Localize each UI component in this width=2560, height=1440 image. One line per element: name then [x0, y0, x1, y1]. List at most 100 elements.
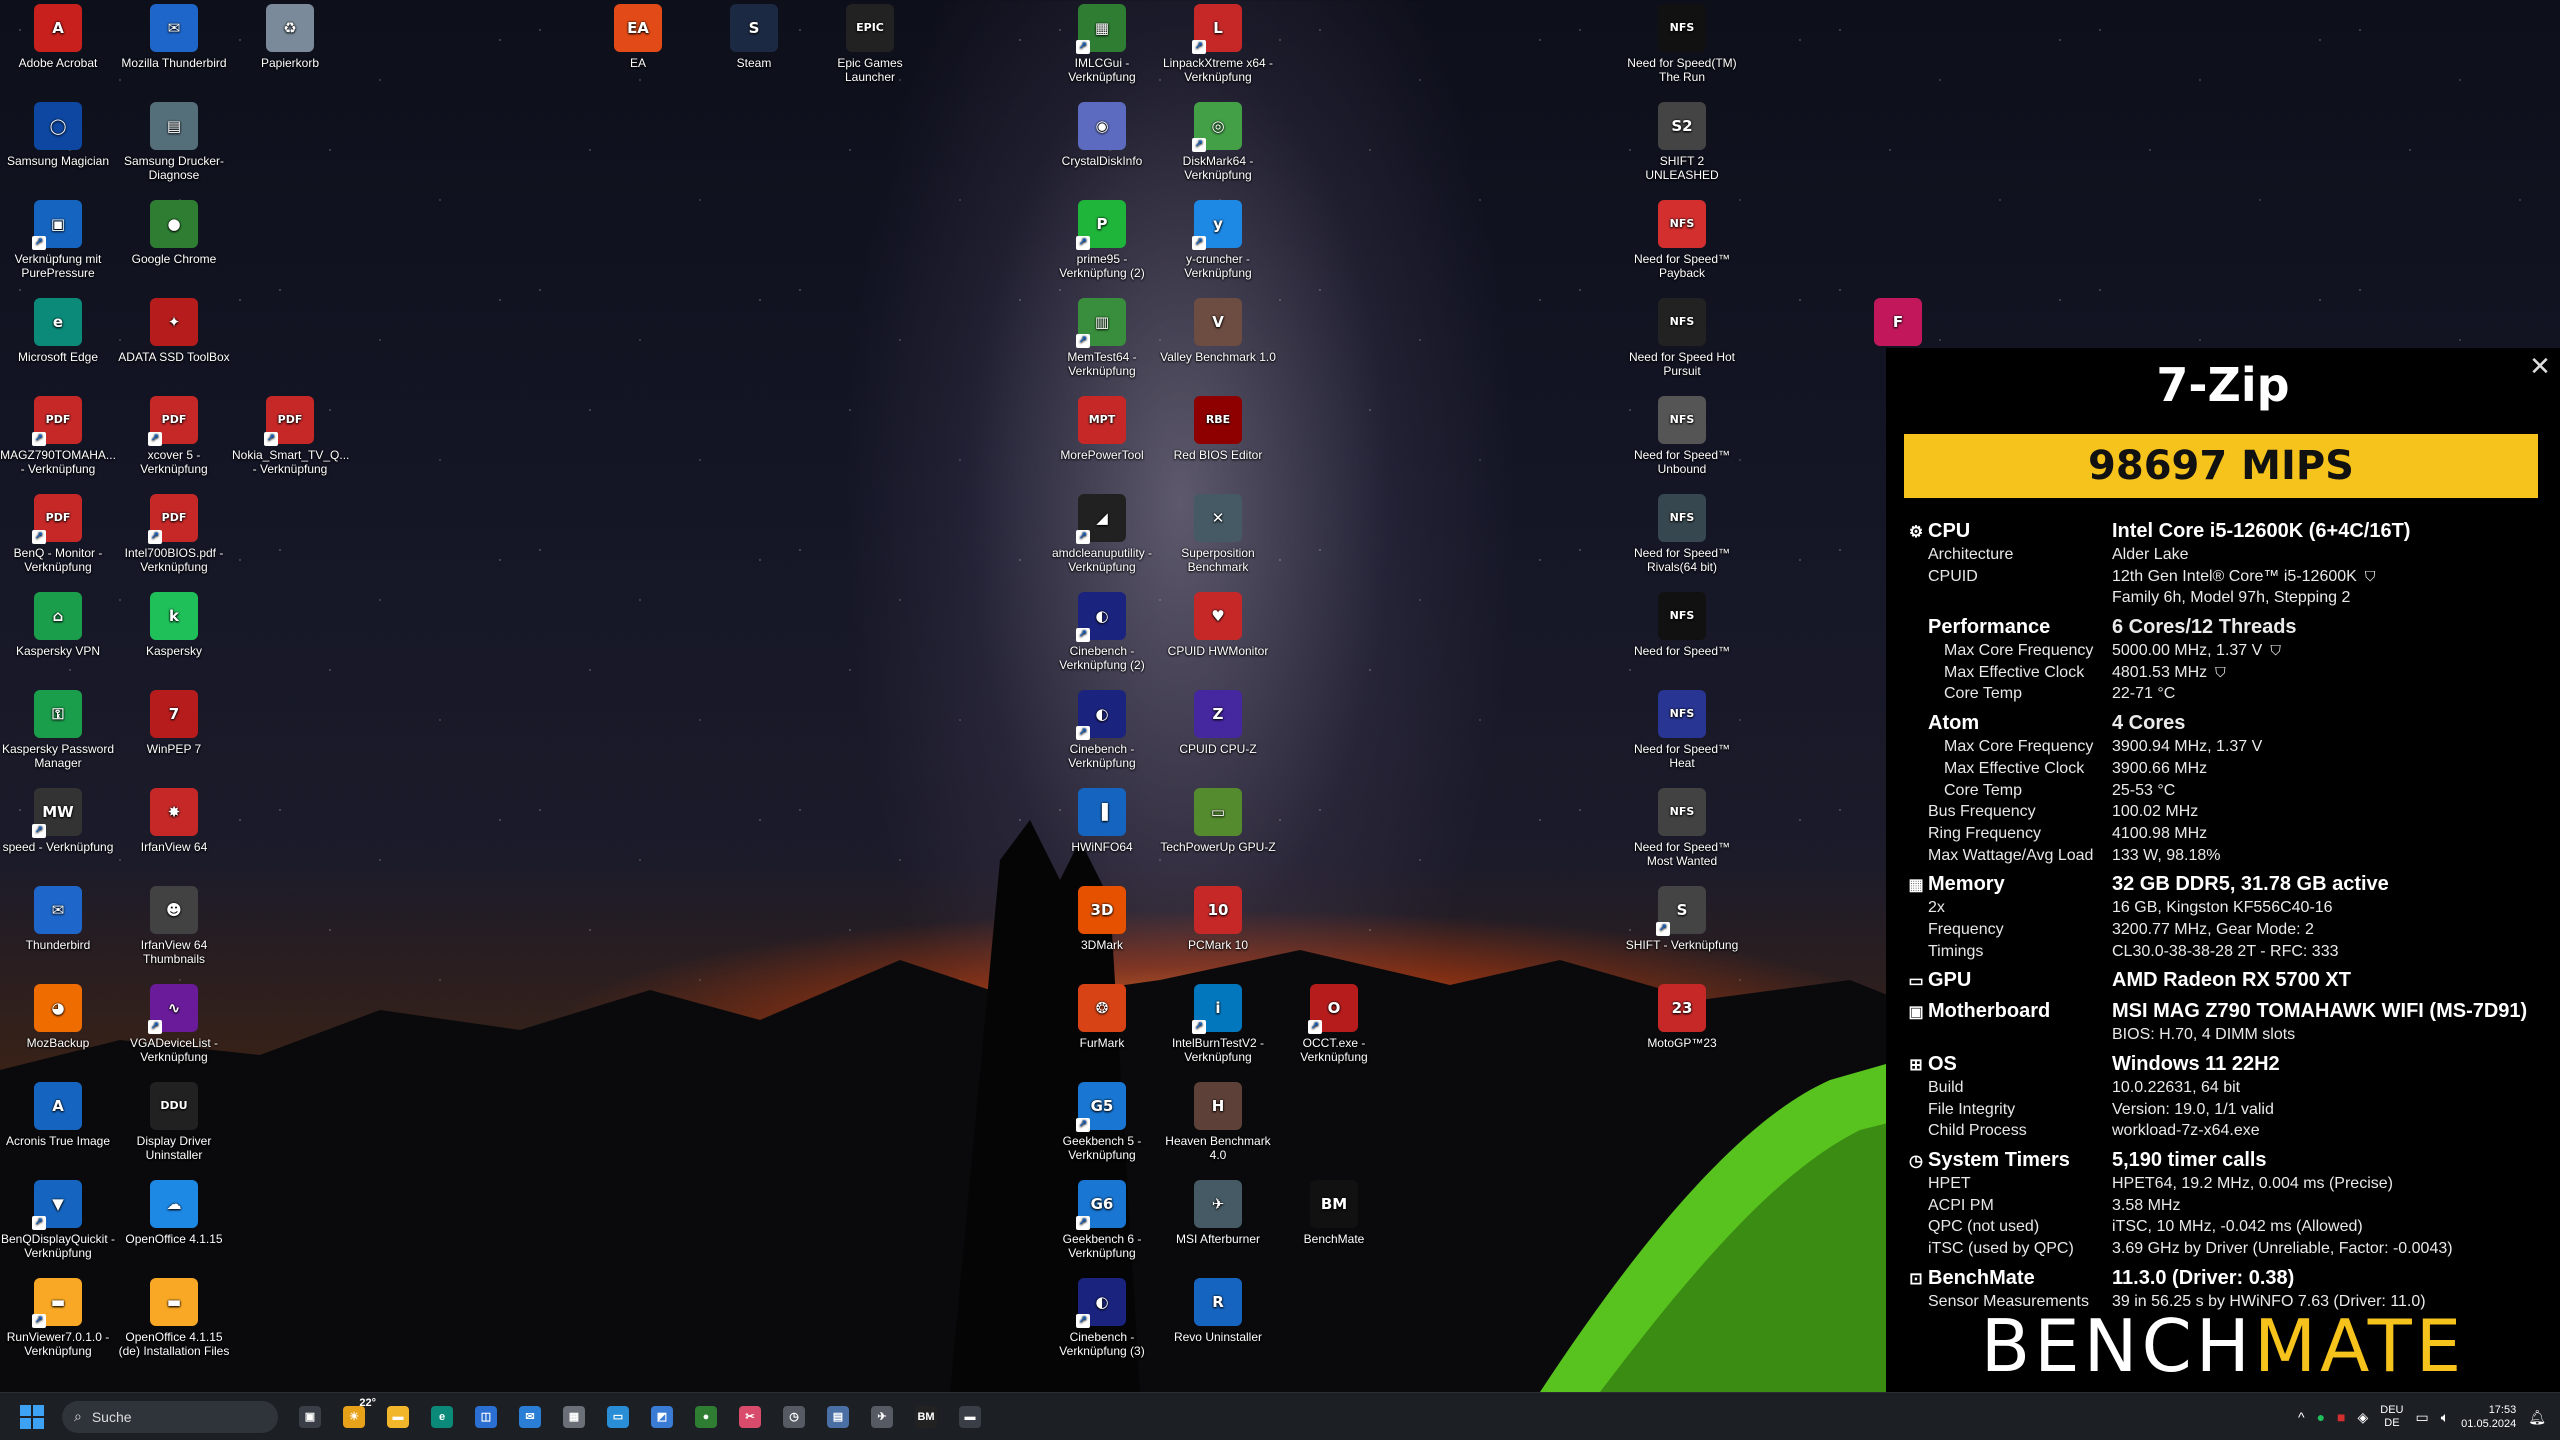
desktop-icon[interactable]: i ↗ IntelBurnTestV2 - Verknüpfung	[1160, 980, 1276, 1072]
desktop-icon[interactable]: NFS Need for Speed Hot Pursuit	[1624, 294, 1740, 386]
desktop-icon[interactable]: ∿ ↗ VGADeviceList - Verknüpfung	[116, 980, 232, 1072]
desktop-icon[interactable]: H Heaven Benchmark 4.0	[1160, 1078, 1276, 1170]
desktop-icon[interactable]: PDF ↗ Intel700BIOS.pdf - Verknüpfung	[116, 490, 232, 582]
desktop-icon[interactable]: ⌂ Kaspersky VPN	[0, 588, 116, 680]
desktop-icon[interactable]: RBE Red BIOS Editor	[1160, 392, 1276, 484]
desktop-icon[interactable]: ◯ Samsung Magician	[0, 98, 116, 190]
desktop-icon[interactable]: ◐ ↗ Cinebench - Verknüpfung (2)	[1044, 588, 1160, 680]
desktop-icon[interactable]: ✉ Mozilla Thunderbird	[116, 0, 232, 92]
desktop-icon[interactable]: 23 MotoGP™23	[1624, 980, 1740, 1072]
desktop-icon[interactable]: DDU Display Driver Uninstaller	[116, 1078, 232, 1170]
desktop-icon[interactable]: ▥ ↗ MemTest64 - Verknüpfung	[1044, 294, 1160, 386]
desktop-icon[interactable]: NFS Need for Speed™ Heat	[1624, 686, 1740, 778]
taskbar-app-benchmate[interactable]: BM	[906, 1397, 946, 1437]
clock[interactable]: 17:53 01.05.2024	[2461, 1403, 2516, 1431]
desktop-icon[interactable]: MPT MorePowerTool	[1044, 392, 1160, 484]
desktop-icon[interactable]: e Microsoft Edge	[0, 294, 116, 386]
network-icon[interactable]: ▭	[2416, 1409, 2429, 1426]
desktop-icon[interactable]: ◕ MozBackup	[0, 980, 116, 1072]
desktop-icon[interactable]: ☻ IrfanView 64 Thumbnails	[116, 882, 232, 974]
shield-tray-icon[interactable]: ◈	[2358, 1409, 2369, 1426]
desktop-icon[interactable]: G6 ↗ Geekbench 6 - Verknüpfung	[1044, 1176, 1160, 1268]
desktop-icon[interactable]: NFS Need for Speed™	[1624, 588, 1740, 680]
desktop-icon[interactable]: PDF ↗ BenQ - Monitor - Verknüpfung	[0, 490, 116, 582]
taskbar-app-store[interactable]: ◫	[466, 1397, 506, 1437]
desktop-icon[interactable]: ◐ ↗ Cinebench - Verknüpfung (3)	[1044, 1274, 1160, 1366]
tray-overflow-chevron-icon[interactable]: ^	[2298, 1409, 2305, 1425]
desktop-icon[interactable]: ◉ CrystalDiskInfo	[1044, 98, 1160, 190]
taskbar-app-task-view[interactable]: ▣	[290, 1397, 330, 1437]
start-button[interactable]	[8, 1393, 56, 1440]
desktop-icon[interactable]: ♥ CPUID HWMonitor	[1160, 588, 1276, 680]
desktop-icon[interactable]: ● Google Chrome	[116, 196, 232, 288]
desktop-icon[interactable]: ❂ FurMark	[1044, 980, 1160, 1072]
desktop-icon[interactable]: R Revo Uninstaller	[1160, 1274, 1276, 1366]
taskbar-app-edge[interactable]: e	[422, 1397, 462, 1437]
desktop-icon[interactable]: S2 SHIFT 2 UNLEASHED	[1624, 98, 1740, 190]
desktop-icon[interactable]: NFS Need for Speed(TM) The Run	[1624, 0, 1740, 92]
desktop-icon[interactable]: ✉ Thunderbird	[0, 882, 116, 974]
desktop-icon[interactable]: ✈ MSI Afterburner	[1160, 1176, 1276, 1268]
desktop-icon[interactable]: 10 PCMark 10	[1160, 882, 1276, 974]
notification-bell-icon[interactable]: 🔔︎	[2528, 1409, 2546, 1426]
desktop-icon[interactable]: EA EA	[580, 0, 696, 92]
desktop-icon[interactable]: L ↗ LinpackXtreme x64 - Verknüpfung	[1160, 0, 1276, 92]
desktop-icon[interactable]: ▤ Samsung Drucker-Diagnose	[116, 98, 232, 190]
desktop-icon[interactable]: k Kaspersky	[116, 588, 232, 680]
desktop-icon[interactable]: NFS Need for Speed™ Most Wanted	[1624, 784, 1740, 876]
desktop-icon[interactable]: V Valley Benchmark 1.0	[1160, 294, 1276, 386]
desktop-icon[interactable]: PDF ↗ Nokia_Smart_TV_Q... - Verknüpfung	[232, 392, 349, 484]
desktop-icon[interactable]: ♻ Papierkorb	[232, 0, 348, 92]
taskbar-app-file-explorer[interactable]: ▬	[378, 1397, 418, 1437]
desktop-icon[interactable]: MW ↗ speed - Verknüpfung	[0, 784, 116, 876]
desktop-icon[interactable]: EPIC Epic Games Launcher	[812, 0, 928, 92]
taskbar-app-msi-afterburner[interactable]: ✈	[862, 1397, 902, 1437]
desktop-icon[interactable]: ▬ ↗ RunViewer7.0.1.0 - Verknüpfung	[0, 1274, 116, 1366]
taskbar-app-photos[interactable]: ◩	[642, 1397, 682, 1437]
search-box[interactable]: ⌕ Suche	[62, 1400, 278, 1433]
desktop-icon[interactable]: ⚿ Kaspersky Password Manager	[0, 686, 116, 778]
desktop-icon[interactable]: ☁ OpenOffice 4.1.15	[116, 1176, 232, 1268]
desktop-icon[interactable]: A Acronis True Image	[0, 1078, 116, 1170]
desktop-icon[interactable]: ◎ ↗ DiskMark64 - Verknüpfung	[1160, 98, 1276, 190]
desktop-icon[interactable]: P ↗ prime95 - Verknüpfung (2)	[1044, 196, 1160, 288]
desktop-icon[interactable]: NFS Need for Speed™ Payback	[1624, 196, 1740, 288]
desktop-icon[interactable]: PDF ↗ MAGZ790TOMAHA... - Verknüpfung	[0, 392, 116, 484]
input-language[interactable]: DEU DE	[2380, 1404, 2403, 1430]
kaspersky-tray-icon[interactable]: ●	[2317, 1409, 2325, 1425]
desktop-icon[interactable]: ▭ TechPowerUp GPU-Z	[1160, 784, 1276, 876]
taskbar-app-notepad[interactable]: ▤	[818, 1397, 858, 1437]
desktop-icon[interactable]: NFS Need for Speed™ Rivals(64 bit)	[1624, 490, 1740, 582]
desktop-icon[interactable]: ✦ ADATA SSD ToolBox	[116, 294, 232, 386]
desktop-icon[interactable]: G5 ↗ Geekbench 5 - Verknüpfung	[1044, 1078, 1160, 1170]
desktop-icon[interactable]: O ↗ OCCT.exe - Verknüpfung	[1276, 980, 1392, 1072]
taskbar-app-clock[interactable]: ◷	[774, 1397, 814, 1437]
desktop-icon[interactable]: 7 WinPEP 7	[116, 686, 232, 778]
desktop-icon[interactable]: Z CPUID CPU-Z	[1160, 686, 1276, 778]
desktop-icon[interactable]: PDF ↗ xcover 5 - Verknüpfung	[116, 392, 232, 484]
taskbar-app-chrome[interactable]: ●	[686, 1397, 726, 1437]
desktop-icon[interactable]: NFS Need for Speed™ Unbound	[1624, 392, 1740, 484]
taskbar-app-weather[interactable]: ☀ 22°	[334, 1397, 376, 1437]
taskbar-app-calculator[interactable]: ▦	[554, 1397, 594, 1437]
desktop-icon[interactable]: ▬ OpenOffice 4.1.15 (de) Installation Fil…	[116, 1274, 232, 1366]
desktop-icon[interactable]: ◢ ↗ amdcleanuputility - Verknüpfung	[1044, 490, 1160, 582]
desktop-icon[interactable]: S Steam	[696, 0, 812, 92]
desktop-icon[interactable]: BM BenchMate	[1276, 1176, 1392, 1268]
desktop-icon[interactable]: ◐ ↗ Cinebench - Verknüpfung	[1044, 686, 1160, 778]
desktop-icon[interactable]: ▐ HWiNFO64	[1044, 784, 1160, 876]
desktop-icon[interactable]: S ↗ SHIFT - Verknüpfung	[1624, 882, 1740, 974]
desktop-icon[interactable]: ▦ ↗ IMLCGui - Verknüpfung	[1044, 0, 1160, 92]
taskbar-app-mail[interactable]: ✉	[510, 1397, 550, 1437]
tray-app-icon[interactable]: ■	[2337, 1409, 2345, 1425]
taskbar-app-snipping[interactable]: ✂	[730, 1397, 770, 1437]
desktop-icon[interactable]: A Adobe Acrobat	[0, 0, 116, 92]
desktop-icon[interactable]: ▼ ↗ BenQDisplayQuickit - Verknüpfung	[0, 1176, 116, 1268]
taskbar-app-terminal[interactable]: ▬	[950, 1397, 990, 1437]
desktop-icon[interactable]: ✸ IrfanView 64	[116, 784, 232, 876]
taskbar-app-remote-desktop[interactable]: ▭	[598, 1397, 638, 1437]
desktop-icon[interactable]: ▣ ↗ Verknüpfung mit PurePressure	[0, 196, 116, 288]
desktop-icon[interactable]: 3D 3DMark	[1044, 882, 1160, 974]
volume-icon[interactable]: 🔈︎	[2441, 1409, 2449, 1426]
desktop-icon[interactable]: y ↗ y-cruncher - Verknüpfung	[1160, 196, 1276, 288]
